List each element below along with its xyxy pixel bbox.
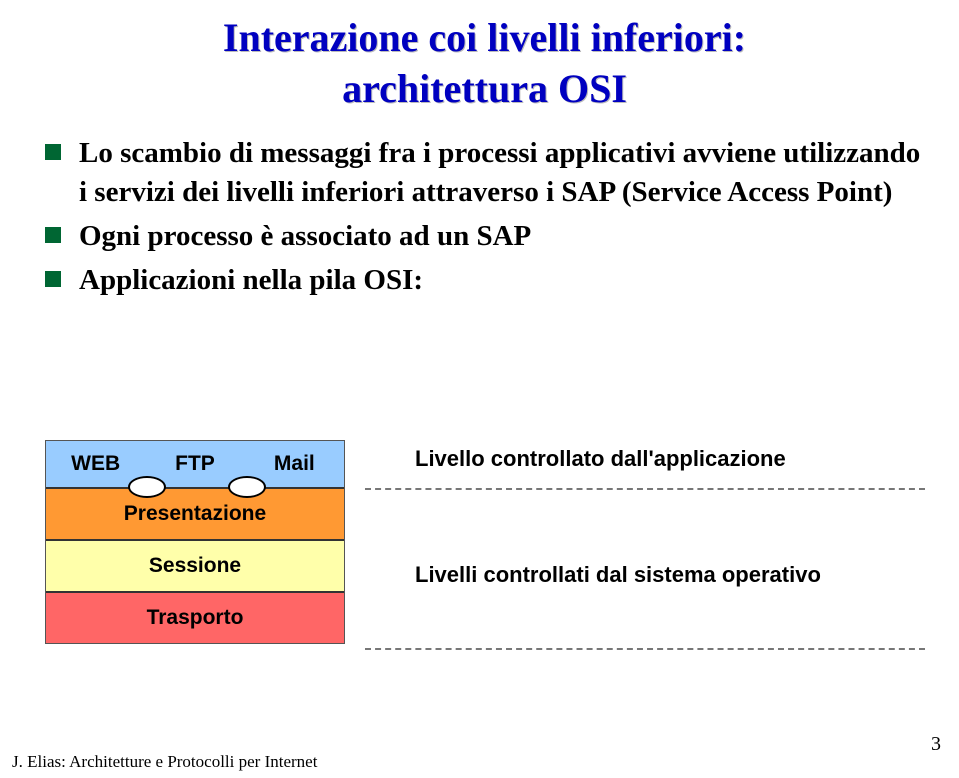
layer-sessione: Sessione (46, 539, 344, 591)
right-labels: Livello controllato dall'applicazione Li… (415, 446, 821, 588)
sap-icon (128, 476, 166, 498)
bullet-text: Ogni processo è associato ad un SAP (79, 217, 531, 255)
sap-icon (228, 476, 266, 498)
divider-dashed (365, 648, 925, 650)
title-line-1: Interazione coi livelli inferiori: (45, 14, 924, 61)
osi-diagram: WEB FTP Mail Presentazione Sessione Tras… (45, 440, 915, 700)
layer-stack: WEB FTP Mail Presentazione Sessione Tras… (45, 440, 345, 644)
bullet-item: Applicazioni nella pila OSI: (45, 261, 924, 299)
title-line-2: architettura OSI (45, 65, 924, 112)
label-app-controlled: Livello controllato dall'applicazione (415, 446, 821, 472)
application-row: WEB FTP Mail (46, 441, 344, 487)
bullet-text: Lo scambio di messaggi fra i processi ap… (79, 134, 924, 211)
layer-presentazione: Presentazione (46, 487, 344, 539)
footer-text: J. Elias: Architetture e Protocolli per … (12, 752, 317, 772)
bullet-item: Ogni processo è associato ad un SAP (45, 217, 924, 255)
bullet-text: Applicazioni nella pila OSI: (79, 261, 423, 299)
bullet-item: Lo scambio di messaggi fra i processi ap… (45, 134, 924, 211)
bullet-list: Lo scambio di messaggi fra i processi ap… (45, 134, 924, 299)
slide: Interazione coi livelli inferiori: archi… (0, 0, 959, 778)
page-number: 3 (931, 733, 941, 756)
label-os-controlled: Livelli controllati dal sistema operativ… (415, 562, 821, 588)
bullet-square-icon (45, 144, 61, 160)
layer-trasporto: Trasporto (46, 591, 344, 643)
bullet-square-icon (45, 271, 61, 287)
bullet-square-icon (45, 227, 61, 243)
